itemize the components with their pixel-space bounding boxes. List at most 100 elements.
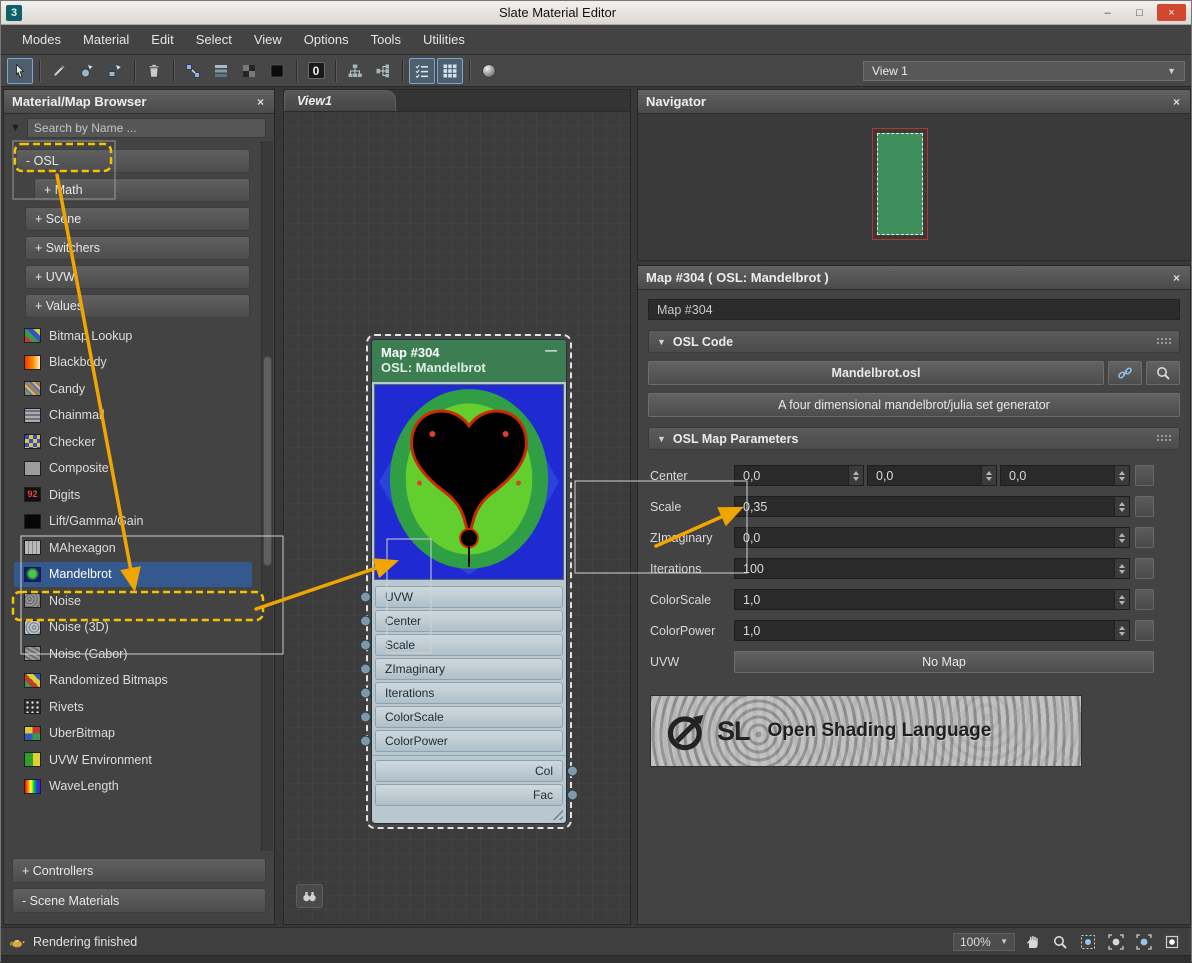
browser-scrollbar-thumb[interactable]	[263, 356, 272, 566]
mandelbrot-node[interactable]: Map #304 OSL: Mandelbrot — UVW Center Sc…	[366, 334, 572, 829]
tree-group-scene[interactable]: + Scene	[25, 207, 250, 231]
search-filter-icon[interactable]: ▼	[10, 122, 21, 134]
params-close-icon[interactable]: ×	[1171, 271, 1182, 285]
render-preview-button[interactable]	[476, 58, 502, 84]
zoom-tool-button[interactable]	[1049, 932, 1071, 952]
pan-to-selected-button[interactable]	[1161, 932, 1183, 952]
param-field-center[interactable]: 0,0	[1000, 465, 1130, 486]
node-input-zimaginary[interactable]: ZImaginary	[375, 658, 563, 680]
node-input-colorpower[interactable]: ColorPower	[375, 730, 563, 752]
map-slot-button[interactable]	[1135, 620, 1154, 641]
param-field-center[interactable]: 0,0	[867, 465, 997, 486]
tree-item-blackbody[interactable]: Blackbody	[14, 350, 252, 375]
zoom-extents-button[interactable]	[1105, 932, 1127, 952]
node-input-iterations[interactable]: Iterations	[375, 682, 563, 704]
navigator-panel-header[interactable]: Navigator ×	[638, 90, 1190, 114]
navigator-canvas[interactable]	[638, 114, 1190, 260]
uvw-no-map-button[interactable]: No Map	[734, 650, 1154, 673]
node-header[interactable]: Map #304 OSL: Mandelbrot —	[372, 340, 566, 382]
pick-material-button[interactable]	[46, 58, 72, 84]
node-minimize-icon[interactable]: —	[545, 343, 557, 357]
spinner-control[interactable]	[981, 466, 996, 485]
spinner-control[interactable]	[1114, 528, 1129, 547]
active-view-selector[interactable]: View 1 ▼	[863, 61, 1185, 81]
tree-item-uvw-environment[interactable]: UVW Environment	[14, 747, 252, 772]
tree-item-randomized-bitmaps[interactable]: Randomized Bitmaps	[14, 668, 252, 693]
tree-item-lift-gamma-gain[interactable]: Lift/Gamma/Gain	[14, 509, 252, 534]
tree-item-noise-gabor[interactable]: Noise (Gabor)	[14, 641, 252, 666]
tree-group-osl[interactable]: - OSL	[16, 149, 250, 173]
node-canvas[interactable]: Map #304 OSL: Mandelbrot — UVW Center Sc…	[284, 112, 630, 924]
menu-item-edit[interactable]: Edit	[140, 28, 184, 51]
menu-item-view[interactable]: View	[243, 28, 293, 51]
browser-close-icon[interactable]: ×	[255, 95, 266, 109]
params-panel-header[interactable]: Map #304 ( OSL: Mandelbrot ) ×	[638, 266, 1190, 290]
find-node-button[interactable]	[296, 884, 323, 908]
tree-item-candy[interactable]: Candy	[14, 376, 252, 401]
spinner-control[interactable]	[848, 466, 863, 485]
tree-item-bitmap-lookup[interactable]: Bitmap Lookup	[14, 323, 252, 348]
tree-group-math[interactable]: + Math	[34, 178, 250, 202]
map-slot-button[interactable]	[1135, 589, 1154, 610]
show-background-button[interactable]	[264, 58, 290, 84]
param-field-scale[interactable]: 0,35	[734, 496, 1130, 517]
osl-map-parameters-rollout-header[interactable]: ▼ OSL Map Parameters	[648, 427, 1180, 450]
tree-item-digits[interactable]: 92 Digits	[14, 482, 252, 507]
pick-from-library-button[interactable]	[102, 58, 128, 84]
tree-item-checker[interactable]: Checker	[14, 429, 252, 454]
view1-tab[interactable]: View1	[284, 90, 396, 111]
map-slot-button[interactable]	[1135, 558, 1154, 579]
param-field-center[interactable]: 0,0	[734, 465, 864, 486]
tree-item-uberbitmap[interactable]: UberBitmap	[14, 721, 252, 746]
tree-group-switchers[interactable]: + Switchers	[25, 236, 250, 260]
menu-item-select[interactable]: Select	[185, 28, 243, 51]
background-checker-toggle-button[interactable]	[236, 58, 262, 84]
tree-group-values[interactable]: + Values	[25, 294, 250, 318]
node-input-uvw[interactable]: UVW	[375, 586, 563, 608]
maximize-button[interactable]: □	[1125, 4, 1154, 21]
browser-scrollbar-track[interactable]	[261, 141, 273, 851]
zoom-level-selector[interactable]: 100% ▼	[953, 932, 1015, 951]
tree-item-wavelength[interactable]: WaveLength	[14, 774, 252, 799]
spinner-control[interactable]	[1114, 590, 1129, 609]
show-grid-button[interactable]	[437, 57, 463, 84]
tree-item-mandelbrot[interactable]: Mandelbrot	[14, 561, 252, 587]
move-children-button[interactable]	[180, 58, 206, 84]
node-output-col[interactable]: Col	[375, 760, 563, 782]
delete-selected-button[interactable]	[141, 58, 167, 84]
tree-group-scene-materials[interactable]: - Scene Materials	[12, 888, 266, 913]
mandelbrot-preview-image[interactable]	[374, 384, 564, 580]
node-input-center[interactable]: Center	[375, 610, 563, 632]
browser-panel-header[interactable]: Material/Map Browser ×	[4, 90, 274, 114]
menu-item-options[interactable]: Options	[293, 28, 360, 51]
node-resize-grip[interactable]	[372, 810, 566, 823]
menu-item-modes[interactable]: Modes	[11, 28, 72, 51]
spinner-control[interactable]	[1114, 466, 1129, 485]
node-input-scale[interactable]: Scale	[375, 634, 563, 656]
material-id-channel-button[interactable]	[409, 57, 435, 84]
search-input[interactable]	[26, 117, 266, 138]
param-field-colorpower[interactable]: 1,0	[734, 620, 1130, 641]
close-button[interactable]: ×	[1157, 4, 1186, 21]
spinner-control[interactable]	[1114, 621, 1129, 640]
show-end-result-button[interactable]: 0	[303, 58, 329, 84]
tree-item-rivets[interactable]: Rivets	[14, 694, 252, 719]
zoom-region-button[interactable]	[1077, 932, 1099, 952]
tree-item-noise-3d[interactable]: Noise (3D)	[14, 615, 252, 640]
tree-group-uvw[interactable]: + UVW	[25, 265, 250, 289]
select-tool-button[interactable]	[7, 57, 33, 84]
map-slot-button[interactable]	[1135, 496, 1154, 517]
spinner-control[interactable]	[1114, 497, 1129, 516]
hide-unused-nodeslots-button[interactable]	[208, 58, 234, 84]
osl-file-button[interactable]: Mandelbrot.osl	[648, 361, 1104, 385]
zoom-extents-selected-button[interactable]	[1133, 932, 1155, 952]
osl-open-in-editor-button[interactable]	[1108, 361, 1142, 385]
osl-browse-button[interactable]	[1146, 361, 1180, 385]
param-field-zimaginary[interactable]: 0,0	[734, 527, 1130, 548]
tree-item-mahexagon[interactable]: MAhexagon	[14, 535, 252, 560]
param-field-iterations[interactable]: 100	[734, 558, 1130, 579]
node-output-fac[interactable]: Fac	[375, 784, 563, 806]
tree-group-controllers[interactable]: + Controllers	[12, 858, 266, 883]
tree-item-composite[interactable]: Composite	[14, 456, 252, 481]
pan-tool-button[interactable]	[1021, 932, 1043, 952]
